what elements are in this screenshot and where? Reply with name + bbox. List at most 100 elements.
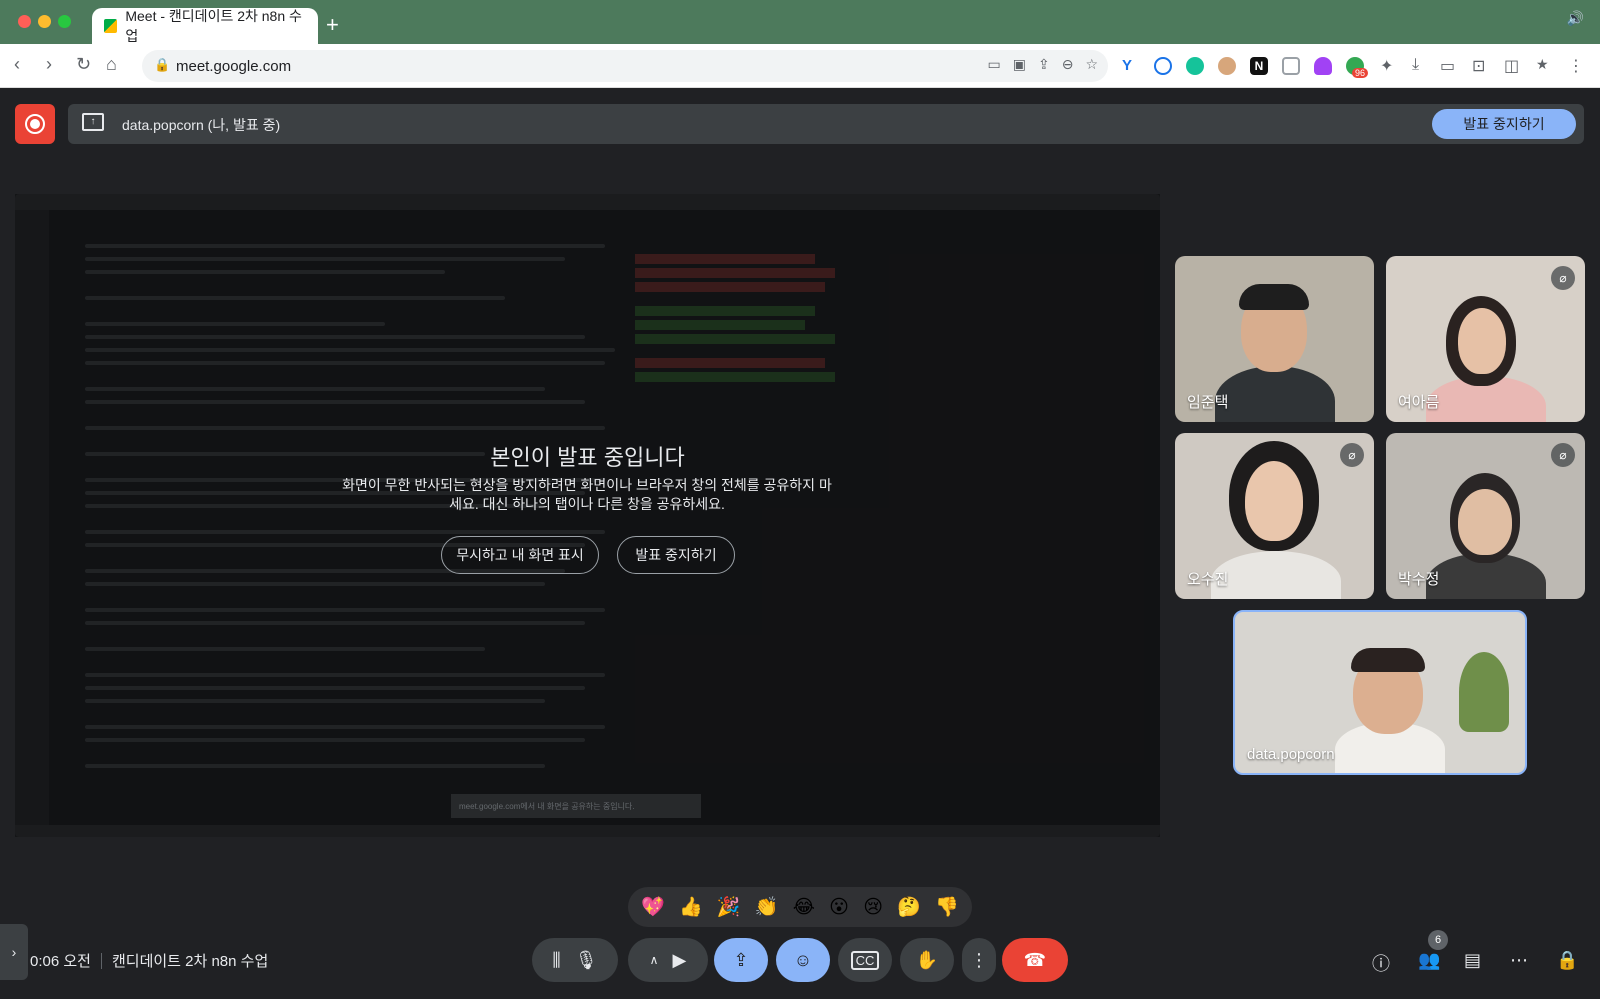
self-view-tile[interactable]: data.popcorn [1233, 610, 1527, 775]
extension-notion-icon[interactable]: N [1250, 57, 1268, 75]
cast-icon[interactable]: ▭ [988, 56, 1001, 73]
emoji-icon: ☺ [793, 949, 813, 970]
recording-indicator[interactable] [15, 104, 55, 144]
raise-hand-button[interactable]: ✋ [900, 938, 954, 982]
browser-titlebar: Meet - 캔디데이트 2차 n8n 수업 + 🔊 [0, 0, 1600, 44]
reaction-surprised[interactable]: 😮 [829, 896, 849, 919]
captions-button[interactable]: CC [838, 938, 892, 982]
participant-name: 여아름 [1398, 394, 1440, 411]
reaction-laugh[interactable]: 😂 [793, 896, 815, 919]
video-icon[interactable]: ▭ [1440, 56, 1455, 76]
side-panel-toggle[interactable]: › [0, 924, 28, 980]
volume-icon: 🔊 [1566, 10, 1584, 26]
stop-presenting-button[interactable]: 발표 중지하기 [1432, 109, 1576, 139]
extension-screenshot-icon[interactable] [1282, 57, 1300, 75]
share-icon[interactable]: ⇪ [1038, 56, 1050, 73]
stop-presenting-overlay-button[interactable]: 발표 중지하기 [617, 536, 735, 574]
host-controls-icon[interactable]: 🔒 [1556, 950, 1578, 971]
presenter-label: data.popcorn (나, 발표 중) [122, 117, 281, 133]
more-options-button[interactable]: ⋮ [962, 938, 996, 982]
chevron-up-icon: ∧ [649, 953, 659, 967]
participant-video [1211, 551, 1341, 599]
reaction-thinking[interactable]: 🤔 [897, 895, 921, 919]
url-text: meet.google.com [176, 57, 292, 75]
reaction-sad[interactable]: 😢 [863, 896, 883, 919]
sidebar-icon[interactable]: ◫ [1504, 56, 1519, 76]
participant-tile[interactable]: ⌀ 박수정 [1386, 433, 1585, 599]
more-vert-icon: ⋮ [970, 949, 988, 970]
warning-body: 화면이 무한 반사되는 현상을 방지하려면 화면이나 브라우저 창의 전체를 공… [342, 477, 832, 512]
mic-muted-icon: ⌀ [1551, 266, 1575, 290]
meeting-name: 캔디데이트 2차 n8n 수업 [111, 953, 269, 970]
microphone-icon: 🎙 [574, 949, 598, 970]
participant-name: data.popcorn [1247, 746, 1335, 763]
maximize-window-button[interactable] [58, 15, 71, 28]
participant-name: 박수정 [1398, 571, 1440, 588]
camera-icon: ▶ [672, 949, 687, 970]
forward-icon[interactable]: › [46, 54, 52, 75]
lock-icon: 🔒 [154, 57, 171, 72]
screen-capture-icon[interactable]: ⊡ [1472, 56, 1485, 76]
extension-badge: 96 [1352, 68, 1369, 78]
download-icon[interactable]: ⤓ [1412, 56, 1419, 74]
reaction-party[interactable]: 🎉 [717, 895, 741, 919]
extensions-puzzle-icon[interactable]: ✦ [1380, 56, 1393, 76]
bookmark-star-icon[interactable]: ☆ [1085, 56, 1098, 73]
new-tab-button[interactable]: + [326, 12, 339, 38]
record-icon [25, 114, 45, 134]
mic-muted-icon: ⌀ [1551, 443, 1575, 467]
plant-decor [1459, 652, 1509, 732]
camera-permission-icon[interactable]: ▣ [1013, 56, 1026, 73]
extension-grammarly-icon[interactable] [1186, 57, 1204, 75]
minimize-window-button[interactable] [38, 15, 51, 28]
reload-icon[interactable]: ↻ [76, 54, 91, 75]
meeting-info: 0:06 오전 캔디데이트 2차 n8n 수업 [30, 950, 268, 971]
camera-button[interactable]: ∧ ▶ [628, 938, 708, 982]
present-screen-icon: ⇪ [733, 949, 749, 970]
present-button[interactable]: ⇪ [714, 938, 768, 982]
people-count-badge: 6 [1428, 930, 1448, 950]
participant-tile[interactable]: ⌀ 여아름 [1386, 256, 1585, 422]
browser-toolbar: ‹ › ↻ ⌂ 🔒 meet.google.com ▭ ▣ ⇪ ⊖ ☆ Y N … [0, 44, 1600, 88]
tab-title: Meet - 캔디데이트 2차 n8n 수업 [125, 8, 302, 44]
extension-purple-icon[interactable] [1314, 57, 1332, 75]
browser-tab[interactable]: Meet - 캔디데이트 2차 n8n 수업 [92, 8, 318, 44]
audio-level-icon: ⫼ [552, 949, 561, 970]
participant-name: 임준택 [1187, 394, 1229, 411]
reactions-bar: 💖 👍 🎉 👏 😂 😮 😢 🤔 👎 [628, 887, 972, 927]
extension-1password-icon[interactable] [1154, 57, 1172, 75]
participant-name: 오수진 [1187, 571, 1229, 588]
hand-icon: ✋ [915, 949, 939, 970]
profile-icon[interactable]: ★ [1536, 56, 1549, 73]
meeting-time: 0:06 오전 [30, 953, 91, 970]
activities-icon[interactable]: ⋯ [1510, 950, 1528, 971]
people-icon[interactable]: 👥 [1418, 950, 1440, 971]
zoom-icon[interactable]: ⊖ [1062, 56, 1074, 73]
reaction-thumbs-down[interactable]: 👎 [935, 895, 959, 919]
presenting-banner: ↑ data.popcorn (나, 발표 중) 발표 중지하기 [68, 104, 1584, 144]
mic-muted-icon: ⌀ [1340, 443, 1364, 467]
participant-tile[interactable]: ⌀ 오수진 [1175, 433, 1374, 599]
extension-avatar-icon[interactable] [1218, 57, 1236, 75]
warning-title: 본인이 발표 중입니다 [490, 445, 685, 470]
reaction-heart[interactable]: 💖 [641, 895, 665, 919]
home-icon[interactable]: ⌂ [106, 54, 117, 75]
meeting-details-icon[interactable]: ⓘ [1372, 950, 1390, 976]
back-icon[interactable]: ‹ [14, 54, 20, 75]
close-window-button[interactable] [18, 15, 31, 28]
microphone-button[interactable]: ⫼ 🎙 [532, 938, 618, 982]
show-screen-anyway-button[interactable]: 무시하고 내 화면 표시 [441, 536, 599, 574]
end-call-icon: ☎ [1023, 949, 1047, 970]
reaction-thumbs-up[interactable]: 👍 [679, 895, 703, 919]
reactions-button[interactable]: ☺ [776, 938, 830, 982]
reaction-clap[interactable]: 👏 [755, 895, 779, 919]
browser-menu-icon[interactable]: ⋮ [1568, 56, 1584, 76]
leave-call-button[interactable]: ☎ [1002, 938, 1068, 982]
address-bar[interactable]: 🔒 meet.google.com ▭ ▣ ⇪ ⊖ ☆ [142, 50, 1108, 82]
present-screen-icon: ↑ [82, 113, 104, 131]
presenting-warning-overlay: 본인이 발표 중입니다 화면이 무한 반사되는 현상을 방지하려면 화면이나 브… [15, 194, 1160, 837]
captions-icon: CC [850, 950, 880, 970]
participant-tile[interactable]: 임준택 [1175, 256, 1374, 422]
chat-icon[interactable]: ▤ [1464, 950, 1481, 971]
extension-v-icon[interactable]: Y [1122, 57, 1140, 75]
